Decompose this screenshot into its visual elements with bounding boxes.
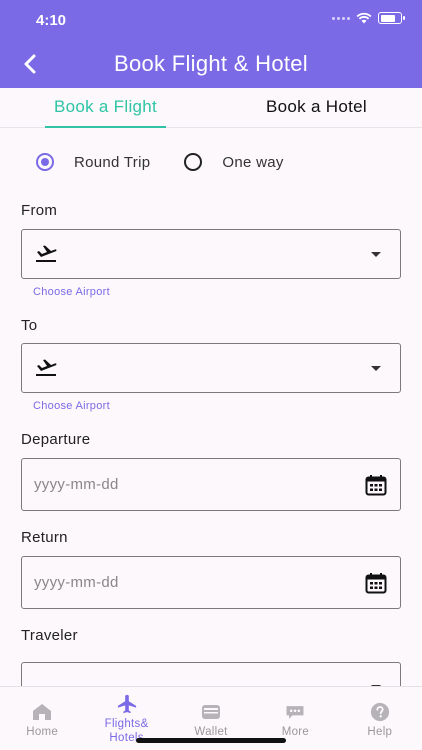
status-time: 4:10 [36,12,67,29]
round-trip-label: Round Trip [74,153,151,171]
return-date-placeholder: yyyy-mm-dd [34,574,119,591]
nav-help[interactable]: Help [338,687,422,750]
return-label: Return [21,529,68,546]
to-helper-text: Choose Airport [33,400,110,412]
page-title: Book Flight & Hotel [113,51,308,76]
more-icon [286,706,304,719]
calendar-icon[interactable] [365,474,387,496]
tab-bar: Book a Flight Book a Hotel [0,88,422,128]
plane-takeoff-icon [36,359,57,376]
airplane-icon [117,694,136,714]
tab-book-flight[interactable]: Book a Flight [0,88,211,128]
tab-book-hotel[interactable]: Book a Hotel [211,88,422,127]
app-header: 4:10 Book Flight & Hotel [0,0,422,88]
one-way-label: One way [222,153,284,171]
departure-date-placeholder: yyyy-mm-dd [34,476,119,493]
departure-label: Departure [21,431,91,448]
battery-icon [378,12,405,24]
home-indicator [136,738,286,743]
from-helper-text: Choose Airport [33,286,110,298]
from-label: From [21,202,58,219]
nav-help-label: Help [367,726,393,738]
plane-takeoff-icon [36,245,57,262]
wallet-icon [202,705,221,719]
one-way-radio[interactable]: One way [184,153,283,171]
return-date-field[interactable]: yyyy-mm-dd [21,556,401,609]
nav-more-label: More [281,726,310,738]
to-airport-select[interactable] [21,343,401,393]
nav-home-label: Home [26,726,59,738]
radio-selected-icon [36,153,54,171]
home-icon [33,704,52,720]
cellular-signal-icon [332,16,350,20]
departure-date-field[interactable]: yyyy-mm-dd [21,458,401,511]
nav-home[interactable]: Home [0,687,84,750]
trip-type-group: Round Trip One way [36,153,284,171]
radio-unselected-icon [184,153,203,171]
chevron-down-icon [371,252,381,257]
wifi-icon [356,12,372,24]
calendar-icon[interactable] [365,572,387,594]
to-label: To [21,317,38,334]
from-airport-select[interactable] [21,229,401,279]
traveler-label: Traveler [21,627,78,644]
round-trip-radio[interactable]: Round Trip [36,153,150,171]
chevron-down-icon [371,366,381,371]
help-icon [370,702,389,722]
status-icons [332,12,405,24]
nav-wallet-label: Wallet [194,726,228,738]
